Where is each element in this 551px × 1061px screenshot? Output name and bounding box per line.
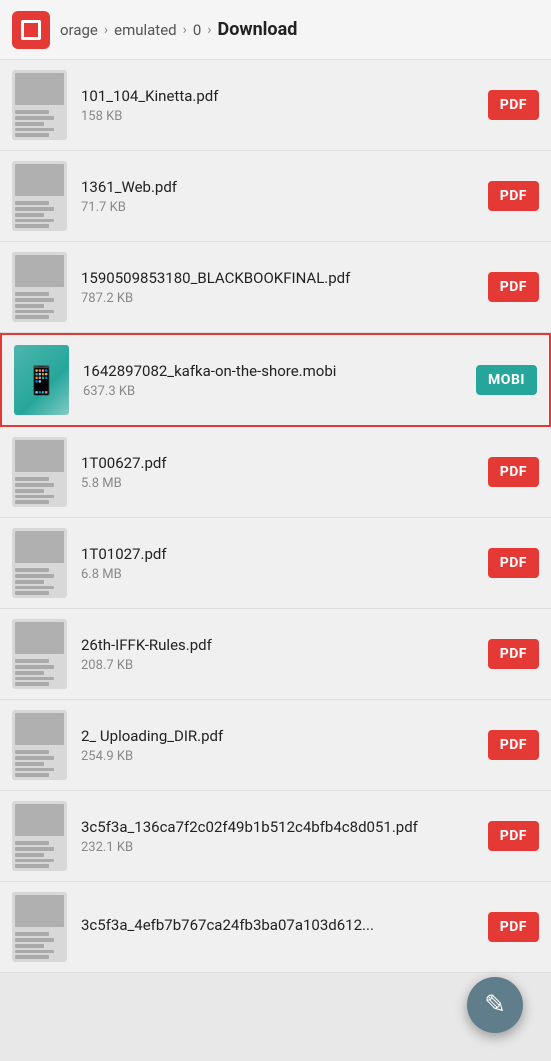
file-name: 3c5f3a_4efb7b767ca24fb3ba07a103d612... bbox=[81, 916, 488, 934]
file-name: 1590509853180_BLACKBOOKFINAL.pdf bbox=[81, 269, 488, 287]
pdf-thumbnail-inner bbox=[12, 437, 67, 507]
breadcrumb: orage › emulated › 0 › Download bbox=[60, 19, 539, 40]
file-type-badge[interactable]: MOBI bbox=[476, 365, 537, 395]
breadcrumb-sep-2: › bbox=[183, 22, 187, 38]
file-info: 26th-IFFK-Rules.pdf 208.7 KB bbox=[81, 636, 488, 673]
file-name: 1361_Web.pdf bbox=[81, 178, 488, 196]
breadcrumb-emulated[interactable]: emulated bbox=[114, 21, 177, 39]
file-type-badge[interactable]: PDF bbox=[488, 548, 539, 578]
file-size: 71.7 KB bbox=[81, 200, 488, 215]
file-type-badge[interactable]: PDF bbox=[488, 90, 539, 120]
file-thumbnail bbox=[12, 252, 67, 322]
breadcrumb-download: Download bbox=[218, 19, 298, 40]
file-item[interactable]: 1T01027.pdf 6.8 MBPDF bbox=[0, 518, 551, 609]
file-size: 208.7 KB bbox=[81, 658, 488, 673]
pdf-thumbnail-inner bbox=[12, 710, 67, 780]
file-item[interactable]: 3c5f3a_4efb7b767ca24fb3ba07a103d612...PD… bbox=[0, 882, 551, 973]
file-size: 254.9 KB bbox=[81, 749, 488, 764]
file-type-badge[interactable]: PDF bbox=[488, 181, 539, 211]
breadcrumb-0[interactable]: 0 bbox=[193, 21, 201, 39]
pdf-thumbnail-inner bbox=[12, 70, 67, 140]
file-list: 101_104_Kinetta.pdf158 KBPDF1361_Web.pdf… bbox=[0, 60, 551, 973]
file-item[interactable]: 2_ Uploading_DIR.pdf 254.9 KBPDF bbox=[0, 700, 551, 791]
file-type-badge[interactable]: PDF bbox=[488, 912, 539, 942]
file-name: 26th-IFFK-Rules.pdf bbox=[81, 636, 488, 654]
pdf-thumbnail-inner bbox=[12, 161, 67, 231]
file-size: 6.8 MB bbox=[81, 567, 488, 582]
file-size: 637.3 KB bbox=[83, 384, 476, 399]
file-thumbnail: 📱 bbox=[14, 345, 69, 415]
file-info: 101_104_Kinetta.pdf 158 KB bbox=[81, 87, 488, 124]
file-name: 1T00627.pdf bbox=[81, 454, 488, 472]
breadcrumb-sep-1: › bbox=[104, 22, 108, 38]
file-info: 2_ Uploading_DIR.pdf 254.9 KB bbox=[81, 727, 488, 764]
file-name: 2_ Uploading_DIR.pdf bbox=[81, 727, 488, 745]
file-type-badge[interactable]: PDF bbox=[488, 639, 539, 669]
file-thumbnail bbox=[12, 892, 67, 962]
file-info: 3c5f3a_4efb7b767ca24fb3ba07a103d612... bbox=[81, 916, 488, 938]
file-info: 1590509853180_BLACKBOOKFINAL.pdf 787.2 KB bbox=[81, 269, 488, 306]
file-item[interactable]: 1361_Web.pdf 71.7 KBPDF bbox=[0, 151, 551, 242]
edit-icon: ✎ bbox=[484, 992, 506, 1018]
file-size: 787.2 KB bbox=[81, 291, 488, 306]
fab-edit-button[interactable]: ✎ bbox=[467, 977, 523, 1033]
file-name: 3c5f3a_136ca7f2c02f49b1b512c4bfb4c8d051.… bbox=[81, 818, 488, 836]
file-name: 101_104_Kinetta.pdf bbox=[81, 87, 488, 105]
file-size: 158 KB bbox=[81, 109, 488, 124]
breadcrumb-storage[interactable]: orage bbox=[60, 21, 98, 39]
pdf-thumbnail-inner bbox=[12, 892, 67, 962]
file-thumbnail bbox=[12, 161, 67, 231]
file-item[interactable]: 3c5f3a_136ca7f2c02f49b1b512c4bfb4c8d051.… bbox=[0, 791, 551, 882]
file-item[interactable]: 📱 1642897082_kafka-on-the-shore.mobi 637.3… bbox=[0, 333, 551, 427]
file-item[interactable]: 1T00627.pdf 5.8 MBPDF bbox=[0, 427, 551, 518]
file-thumbnail bbox=[12, 801, 67, 871]
pdf-thumbnail-inner bbox=[12, 801, 67, 871]
file-item[interactable]: 1590509853180_BLACKBOOKFINAL.pdf 787.2 KB… bbox=[0, 242, 551, 333]
file-size: 5.8 MB bbox=[81, 476, 488, 491]
file-name: 1T01027.pdf bbox=[81, 545, 488, 563]
file-size: 232.1 KB bbox=[81, 840, 488, 855]
file-info: 3c5f3a_136ca7f2c02f49b1b512c4bfb4c8d051.… bbox=[81, 818, 488, 855]
file-thumbnail bbox=[12, 70, 67, 140]
file-name: 1642897082_kafka-on-the-shore.mobi bbox=[83, 362, 476, 380]
pdf-thumbnail-inner bbox=[12, 619, 67, 689]
file-info: 1642897082_kafka-on-the-shore.mobi 637.3 … bbox=[83, 362, 476, 399]
file-type-badge[interactable]: PDF bbox=[488, 730, 539, 760]
breadcrumb-sep-3: › bbox=[207, 22, 211, 38]
file-thumbnail bbox=[12, 528, 67, 598]
logo-icon bbox=[21, 20, 41, 40]
file-item[interactable]: 26th-IFFK-Rules.pdf 208.7 KBPDF bbox=[0, 609, 551, 700]
file-thumbnail bbox=[12, 710, 67, 780]
pdf-thumbnail-inner bbox=[12, 252, 67, 322]
header: orage › emulated › 0 › Download bbox=[0, 0, 551, 60]
file-info: 1361_Web.pdf 71.7 KB bbox=[81, 178, 488, 215]
file-thumbnail bbox=[12, 437, 67, 507]
mobi-icon: 📱 bbox=[24, 364, 59, 397]
file-item[interactable]: 101_104_Kinetta.pdf 158 KBPDF bbox=[0, 60, 551, 151]
file-type-badge[interactable]: PDF bbox=[488, 457, 539, 487]
file-info: 1T01027.pdf 6.8 MB bbox=[81, 545, 488, 582]
app-logo bbox=[12, 11, 50, 49]
pdf-thumbnail-inner bbox=[12, 528, 67, 598]
file-type-badge[interactable]: PDF bbox=[488, 821, 539, 851]
file-type-badge[interactable]: PDF bbox=[488, 272, 539, 302]
file-thumbnail bbox=[12, 619, 67, 689]
file-info: 1T00627.pdf 5.8 MB bbox=[81, 454, 488, 491]
